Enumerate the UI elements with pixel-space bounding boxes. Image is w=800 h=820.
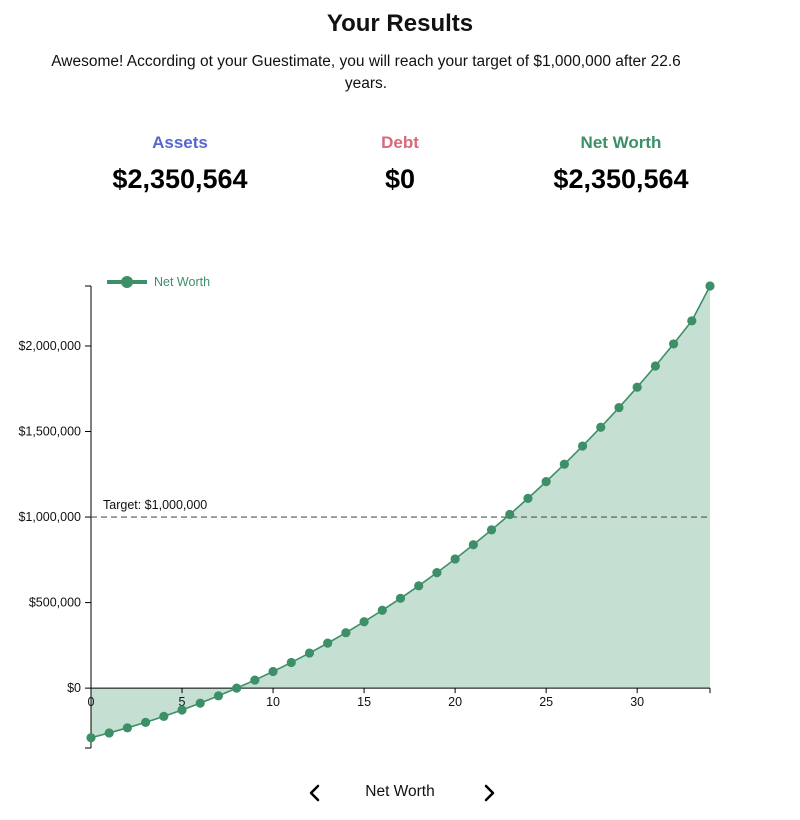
target-label: Target: $1,000,000: [103, 498, 207, 512]
legend-swatch-point: [121, 276, 133, 288]
net-worth-point: [177, 705, 187, 715]
net-worth-point: [286, 657, 296, 668]
net-worth-point: [395, 593, 406, 603]
net-worth-point: [141, 717, 151, 727]
net-worth-point: [268, 666, 278, 677]
net-worth-point: [523, 493, 533, 504]
x-tick-label: 25: [539, 695, 553, 709]
net-worth-point: [359, 617, 369, 627]
y-tick-label: $1,500,000: [18, 425, 81, 439]
net-worth-point: [687, 316, 697, 326]
y-tick-label: $2,000,000: [18, 339, 81, 353]
y-tick-label: $500,000: [29, 596, 81, 610]
next-chart-button[interactable]: [474, 778, 504, 808]
net-worth-point: [468, 540, 478, 550]
net-worth-point: [250, 675, 260, 685]
net-worth-point: [341, 628, 351, 638]
net-worth-point: [323, 638, 333, 648]
y-tick-label: $0: [67, 681, 81, 695]
net-worth-point: [195, 698, 205, 708]
net-worth-point: [213, 691, 224, 701]
chart-selector: Net Worth: [300, 778, 500, 808]
net-worth-point: [559, 459, 569, 469]
net-worth-point: [505, 509, 515, 520]
net-worth-point: [486, 525, 497, 535]
net-worth-point: [432, 568, 442, 578]
net-worth-point: [614, 402, 624, 413]
net-worth-point: [414, 581, 424, 591]
x-tick-label: 0: [88, 695, 95, 709]
y-tick-label: $1,000,000: [18, 510, 81, 524]
net-worth-point: [668, 339, 679, 349]
x-tick-label: 10: [266, 695, 280, 709]
legend-label: Net Worth: [154, 275, 210, 289]
net-worth-point: [450, 554, 460, 564]
net-worth-point: [104, 728, 114, 738]
net-worth-point: [86, 733, 96, 743]
net-worth-point: [650, 361, 660, 371]
net-worth-chart: $0 $500,000 $1,000,000 $1,500,000 $2,000,000…: [18, 275, 715, 749]
x-tick-label: 20: [448, 695, 462, 709]
net-worth-point: [304, 648, 315, 658]
net-worth-point: [122, 723, 133, 733]
net-worth-point: [377, 605, 387, 615]
net-worth-point: [632, 382, 642, 392]
net-worth-point: [577, 441, 588, 451]
x-tick-label: 15: [357, 695, 371, 709]
chart-selector-label: Net Worth: [365, 783, 435, 800]
net-worth-point: [541, 477, 551, 487]
chevron-right-icon: [484, 784, 495, 802]
x-tick-label: 30: [630, 695, 644, 709]
net-worth-point: [232, 683, 242, 693]
net-worth-point: [596, 422, 606, 432]
net-worth-point: [159, 711, 169, 721]
net-worth-point: [705, 281, 715, 291]
